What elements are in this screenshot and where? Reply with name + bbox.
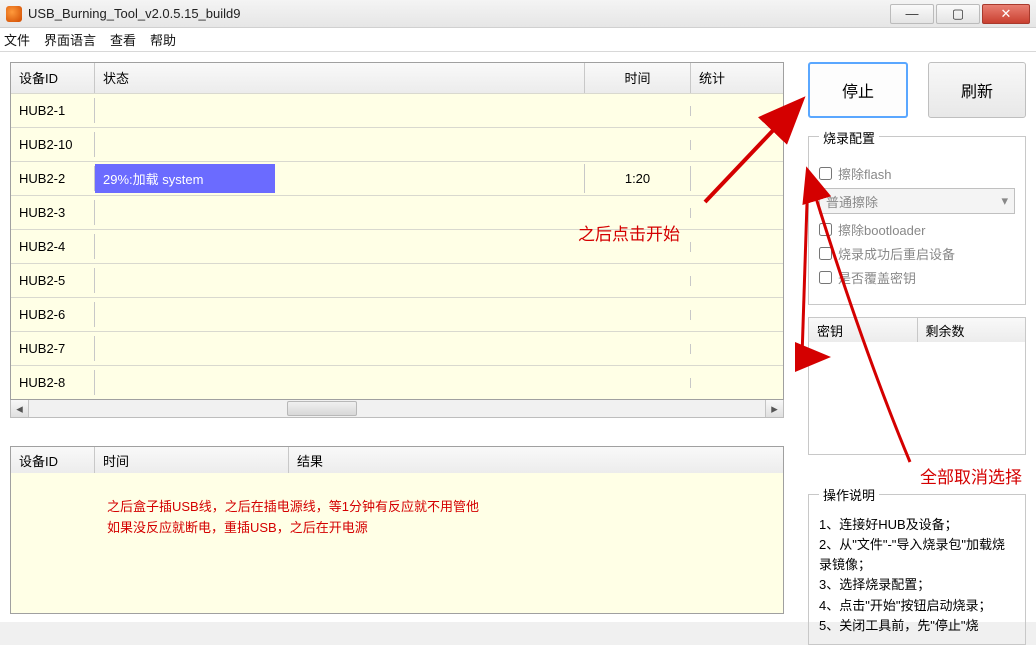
cell-time: [585, 106, 691, 116]
cell-time: 1:20: [585, 166, 691, 191]
cell-time: [585, 208, 691, 218]
key-col-key[interactable]: 密钥: [809, 318, 918, 342]
erase-flash-checkbox[interactable]: 擦除flash: [819, 164, 1015, 183]
overwrite-key-checkbox[interactable]: 是否覆盖密钥: [819, 268, 1015, 287]
menu-help[interactable]: 帮助: [150, 30, 176, 49]
cell-device-id: HUB2-10: [11, 132, 95, 157]
minimize-button[interactable]: —: [890, 4, 934, 24]
menubar: 文件 界面语言 查看 帮助: [0, 28, 1036, 52]
menu-view[interactable]: 查看: [110, 30, 136, 49]
col-device-id[interactable]: 设备ID: [11, 63, 95, 93]
progress-cell: 29%:加载 system: [95, 164, 275, 193]
cell-device-id: HUB2-8: [11, 370, 95, 395]
col-count[interactable]: 统计: [691, 63, 783, 93]
instruction-line: 4、点击"开始"按钮启动烧录；: [819, 596, 1015, 616]
refresh-button[interactable]: 刷新: [928, 62, 1026, 118]
reboot-after-checkbox[interactable]: 烧录成功后重启设备: [819, 244, 1015, 263]
cell-count: [691, 242, 783, 252]
table-row[interactable]: HUB2-7: [11, 331, 783, 365]
annotation-click-start: 之后点击开始: [578, 220, 680, 245]
cell-count: [691, 106, 783, 116]
cell-device-id: HUB2-6: [11, 302, 95, 327]
cell-device-id: HUB2-4: [11, 234, 95, 259]
log-table: 设备ID 时间 结果 之后盒子插USB线，之后在插电源线，等1分钟有反应就不用管…: [10, 446, 784, 614]
instruction-line: 3、选择烧录配置；: [819, 575, 1015, 595]
annotation-uncheck-all: 全部取消选择: [808, 463, 1022, 488]
erase-mode-select[interactable]: 普通擦除 ▾: [819, 188, 1015, 214]
table-row[interactable]: HUB2-229%:加载 system 1:20: [11, 161, 783, 195]
burn-config-title: 烧录配置: [819, 128, 879, 147]
erase-bootloader-checkbox[interactable]: 擦除bootloader: [819, 220, 1015, 239]
cell-count: [691, 344, 783, 354]
chevron-down-icon: ▾: [1001, 193, 1008, 209]
cell-time: [585, 276, 691, 286]
cell-count: [691, 140, 783, 150]
table-row[interactable]: HUB2-1: [11, 93, 783, 127]
menu-language[interactable]: 界面语言: [44, 30, 96, 49]
device-table-header: 设备ID 状态 时间 统计: [11, 63, 783, 93]
cell-device-id: HUB2-7: [11, 336, 95, 361]
burn-config-group: 烧录配置 擦除flash 普通擦除 ▾ 擦除bootloader 烧录成功后重启…: [808, 136, 1026, 305]
cell-time: [585, 140, 691, 150]
cell-status: 29%:加载 system: [95, 164, 585, 193]
log-col-device-id[interactable]: 设备ID: [11, 447, 95, 473]
cell-time: [585, 344, 691, 354]
titlebar: USB_Burning_Tool_v2.0.5.15_build9 — ▢ ✕: [0, 0, 1036, 28]
menu-file[interactable]: 文件: [4, 30, 30, 49]
cell-device-id: HUB2-5: [11, 268, 95, 293]
window-title: USB_Burning_Tool_v2.0.5.15_build9: [28, 6, 241, 21]
cell-count: [691, 276, 783, 286]
key-col-remain[interactable]: 剩余数: [918, 318, 1026, 342]
key-table: 密钥 剩余数: [808, 317, 1026, 455]
cell-count: [691, 310, 783, 320]
cell-time: [585, 310, 691, 320]
table-row[interactable]: HUB2-10: [11, 127, 783, 161]
col-status[interactable]: 状态: [95, 63, 585, 93]
app-icon: [6, 6, 22, 22]
annotation-note2: 如果没反应就断电，重插USB，之后在开电源: [107, 518, 773, 539]
table-row[interactable]: HUB2-6: [11, 297, 783, 331]
log-body: 之后盒子插USB线，之后在插电源线，等1分钟有反应就不用管他 如果没反应就断电，…: [11, 473, 783, 613]
table-row[interactable]: HUB2-8: [11, 365, 783, 399]
cell-device-id: HUB2-2: [11, 166, 95, 191]
col-time[interactable]: 时间: [585, 63, 691, 93]
cell-device-id: HUB2-3: [11, 200, 95, 225]
maximize-button[interactable]: ▢: [936, 4, 980, 24]
log-table-header: 设备ID 时间 结果: [11, 447, 783, 473]
scroll-left-icon[interactable]: ◂: [11, 400, 29, 417]
device-table-hscroll[interactable]: ◂ ▸: [10, 400, 784, 418]
instructions-group: 操作说明 1、连接好HUB及设备； 2、从"文件"-"导入烧录包"加载烧录镜像；…: [808, 494, 1026, 645]
close-button[interactable]: ✕: [982, 4, 1030, 24]
scroll-thumb[interactable]: [287, 401, 357, 416]
table-row[interactable]: HUB2-5: [11, 263, 783, 297]
cell-count: [691, 174, 783, 184]
instructions-title: 操作说明: [819, 486, 879, 506]
log-col-time[interactable]: 时间: [95, 447, 289, 473]
scroll-right-icon[interactable]: ▸: [765, 400, 783, 417]
cell-device-id: HUB2-1: [11, 98, 95, 123]
instruction-line: 1、连接好HUB及设备；: [819, 515, 1015, 535]
stop-button[interactable]: 停止: [808, 62, 908, 118]
instruction-line: 2、从"文件"-"导入烧录包"加载烧录镜像；: [819, 535, 1015, 575]
cell-time: [585, 378, 691, 388]
key-table-body: [809, 342, 1025, 454]
annotation-note1: 之后盒子插USB线，之后在插电源线，等1分钟有反应就不用管他: [107, 497, 773, 518]
instruction-line: 5、关闭工具前，先"停止"烧: [819, 616, 1015, 636]
cell-count: [691, 378, 783, 388]
log-col-result[interactable]: 结果: [289, 447, 783, 473]
cell-count: [691, 208, 783, 218]
